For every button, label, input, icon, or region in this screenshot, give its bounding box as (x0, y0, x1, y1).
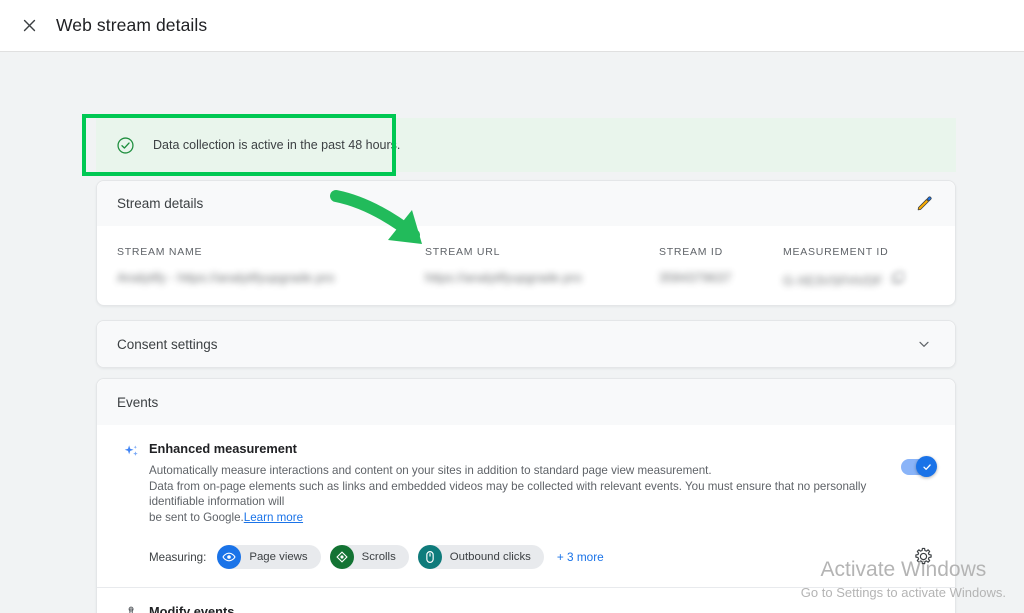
enhanced-measurement-description: Automatically measure interactions and c… (149, 463, 893, 525)
close-icon[interactable] (18, 15, 40, 37)
enhanced-measurement-learn-more-link[interactable]: Learn more (244, 511, 303, 524)
consent-settings-card[interactable]: Consent settings (96, 320, 956, 368)
sparkle-icon (113, 441, 149, 569)
events-header: Events (97, 379, 955, 425)
check-circle-icon (116, 136, 135, 155)
web-stream-details-page: Web stream details Data collection is ac… (0, 0, 1024, 613)
events-card: Events Enhanced measurement Automaticall… (96, 378, 956, 613)
tap-hand-icon (113, 604, 149, 613)
stream-name-value: Analytify - https://analytifyupgrade.pro (117, 270, 335, 285)
measurement-id-label: MEASUREMENT ID (783, 246, 889, 258)
consent-settings-title: Consent settings (117, 336, 218, 352)
enhanced-measurement-desc-line1: Automatically measure interactions and c… (149, 464, 712, 477)
stream-url-field: STREAM URL https://analytifyupgrade.pro (425, 246, 659, 290)
page-title: Web stream details (56, 15, 208, 35)
enhanced-measurement-toggle[interactable] (901, 456, 937, 477)
chip-page-views-label: Page views (249, 551, 308, 563)
consent-settings-header[interactable]: Consent settings (97, 321, 955, 367)
status-banner-text: Data collection is active in the past 48… (153, 138, 401, 152)
stream-details-header: Stream details (97, 181, 955, 226)
measurement-id-value: G-XE3VSFHVDF (783, 272, 883, 288)
chip-page-views[interactable]: Page views (217, 545, 321, 569)
enhanced-measurement-row[interactable]: Enhanced measurement Automatically measu… (97, 425, 955, 587)
data-collection-status-banner: Data collection is active in the past 48… (96, 118, 956, 172)
mouse-icon (417, 545, 442, 569)
page-header: Web stream details (0, 0, 1024, 52)
chevron-down-icon[interactable] (911, 331, 937, 357)
stream-id-value: 3584379637 (659, 270, 732, 285)
scroll-target-icon (329, 545, 354, 569)
stream-name-field: STREAM NAME Analytify - https://analytif… (117, 246, 425, 290)
more-measuring-link[interactable]: + 3 more (557, 550, 604, 564)
chip-scrolls[interactable]: Scrolls (329, 545, 409, 569)
pencil-icon[interactable] (911, 191, 937, 217)
enhanced-measurement-desc-line2: Data from on-page elements such as links… (149, 479, 867, 509)
enhanced-measurement-desc-line3: be sent to Google. (149, 510, 244, 524)
modify-events-title: Modify events (149, 604, 235, 613)
stream-details-fields: STREAM NAME Analytify - https://analytif… (97, 226, 955, 290)
stream-details-card: Stream details STREAM NAME Analytify - h… (96, 180, 956, 306)
events-list: Enhanced measurement Automatically measu… (97, 425, 955, 613)
events-title: Events (117, 394, 159, 410)
stream-id-field: STREAM ID 3584379637 (659, 246, 783, 290)
chip-outbound-clicks[interactable]: Outbound clicks (417, 545, 544, 569)
measuring-label: Measuring: (149, 550, 207, 564)
measuring-chips-row: Measuring: Page views Scrolls Outbound c… (149, 545, 893, 569)
stream-name-label: STREAM NAME (117, 246, 203, 258)
enhanced-measurement-title: Enhanced measurement (149, 441, 297, 456)
gear-icon[interactable] (914, 547, 933, 571)
copy-icon[interactable] (891, 270, 906, 290)
stream-url-label: STREAM URL (425, 246, 501, 258)
stream-id-label: STREAM ID (659, 246, 723, 258)
toggle-knob (916, 456, 937, 477)
stream-details-title: Stream details (117, 196, 204, 211)
eye-icon (217, 545, 242, 569)
chip-scrolls-label: Scrolls (361, 551, 396, 563)
content-area: Data collection is active in the past 48… (0, 52, 1024, 613)
chip-outbound-clicks-label: Outbound clicks (449, 551, 531, 563)
measurement-id-field: MEASUREMENT ID G-XE3VSFHVDF (783, 246, 943, 290)
stream-url-value: https://analytifyupgrade.pro (425, 270, 582, 285)
modify-events-row[interactable]: Modify events Modify incoming events and… (97, 587, 955, 613)
